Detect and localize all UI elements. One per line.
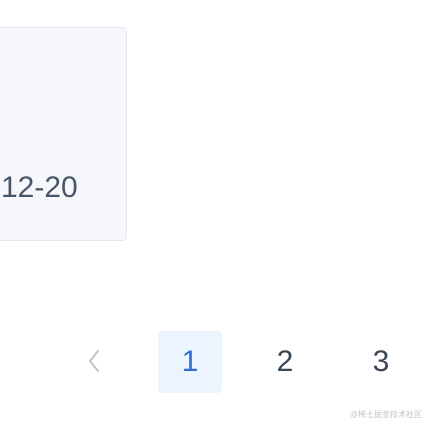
page-3-button[interactable]: 3 xyxy=(349,331,413,393)
prev-page-button[interactable] xyxy=(78,343,110,379)
page-1-button[interactable]: 1 xyxy=(158,331,222,393)
watermark: @稀土掘金技术社区 xyxy=(349,410,422,419)
page-2-button[interactable]: 2 xyxy=(253,331,317,393)
pagination: 1 2 3 xyxy=(0,329,426,395)
date-card: 12-20 xyxy=(0,27,127,241)
card-date-text: 12-20 xyxy=(1,171,78,204)
chevron-left-icon xyxy=(89,350,99,372)
